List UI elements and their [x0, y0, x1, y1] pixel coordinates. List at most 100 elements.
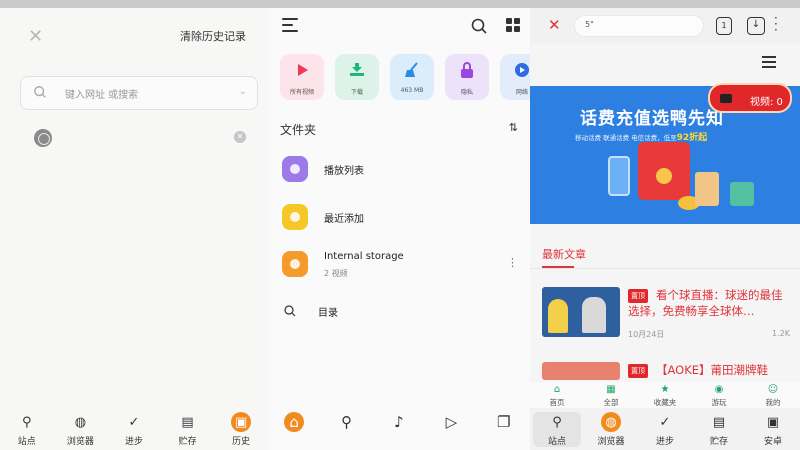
article-thumbnail: [542, 287, 620, 337]
recent-icon: [282, 204, 308, 230]
nav-item-progress[interactable]: ✓ 进步: [110, 412, 158, 448]
lock-icon: [461, 62, 473, 78]
chart-illustration: [730, 182, 754, 206]
card-illustration: [695, 172, 719, 206]
star-icon: ★: [660, 383, 670, 395]
remove-entry-icon[interactable]: ✕: [234, 131, 246, 143]
search-icon: [34, 86, 46, 98]
video-count-badge[interactable]: 视频: 0: [708, 83, 792, 113]
pinned-badge: 置顶: [628, 289, 648, 303]
globe-icon: ◍: [74, 414, 87, 430]
address-bar[interactable]: 5": [574, 15, 704, 37]
history-icon: ▣: [766, 414, 780, 430]
nav-item-progress[interactable]: ✓ 进步: [641, 412, 689, 448]
download-icon: [350, 63, 364, 76]
quick-tiles: 所有视频 下载 463 MB 隐私 网络: [280, 54, 530, 100]
nav-item-copy[interactable]: ❐: [480, 412, 528, 432]
user-icon: ☺: [767, 383, 779, 395]
history-entry[interactable]: ✕: [30, 126, 250, 152]
nav-item-play[interactable]: ▷: [427, 412, 475, 432]
tile-all-videos[interactable]: 所有视频: [280, 54, 324, 100]
gamepad-icon: ◉: [714, 383, 724, 395]
check-circle-icon: ✓: [128, 414, 140, 430]
video-icon: [720, 94, 732, 103]
music-icon: ♪: [394, 413, 404, 431]
nav-item-sites[interactable]: ⚲ 站点: [533, 412, 581, 447]
phone-illustration: [608, 156, 630, 196]
bottom-nav: ⚲ 站点 ◍ 浏览器 ✓ 进步 ▤ 贮存 ▣ 历史: [0, 408, 268, 450]
tile-network-stream[interactable]: 网络: [500, 54, 530, 100]
article-item[interactable]: 看个球直播：球迷的最佳选择，免费畅享全球体… 置顶 10月24日 1.2K: [542, 287, 792, 347]
divider: [530, 268, 800, 269]
tab-count-button[interactable]: 1: [716, 17, 732, 35]
nav-item-music[interactable]: ♪: [375, 412, 423, 432]
grid-icon: ▦: [606, 383, 616, 395]
search-input[interactable]: 键入网址 或搜索: [65, 86, 138, 101]
play-icon: ▷: [445, 413, 458, 431]
folder-play-icon: ▤: [181, 414, 194, 430]
play-icon: [298, 64, 308, 76]
nav-item-browser[interactable]: ◍ 浏览器: [587, 412, 635, 447]
screenshot-root: ✕ 清除历史记录 键入网址 或搜索 ⌄ ✕ ⚲ 站点 ◍ 浏览器 ✓ 进步 ▤ 贮存 ▣…: [0, 0, 800, 450]
status-bar: [0, 0, 800, 8]
search-icon: ⚲: [552, 414, 562, 430]
folder-play-icon: ▤: [712, 414, 726, 430]
menu-icon[interactable]: [282, 18, 298, 36]
tile-storage-cleaner[interactable]: 463 MB: [390, 54, 434, 100]
bottom-nav: ⚲ 站点 ◍ 浏览器 ✓ 进步 ▤ 贮存 ▣ 安卓: [530, 408, 800, 450]
home-icon: ⌂: [284, 412, 305, 432]
views-count: 1.2K: [772, 329, 790, 338]
red-envelope-illustration: [638, 142, 690, 200]
directory-item[interactable]: 目录: [284, 304, 338, 319]
globe-icon: ◍: [601, 412, 621, 432]
folder-icon: [282, 251, 308, 277]
files-panel: 所有视频 下载 463 MB 隐私 网络 文件夹 ⇅ 播放列表 最近添加 Int…: [268, 8, 530, 450]
history-panel: ✕ 清除历史记录 键入网址 或搜索 ⌄ ✕ ⚲ 站点 ◍ 浏览器 ✓ 进步 ▤ 贮存 ▣…: [0, 8, 268, 450]
more-options-icon[interactable]: ⋮: [507, 256, 518, 269]
close-tab-icon[interactable]: ✕: [548, 16, 561, 34]
articles-heading[interactable]: 最新文章: [542, 246, 586, 262]
search-icon: ⚲: [341, 413, 353, 431]
nav-item-sites[interactable]: ⚲ 站点: [3, 412, 51, 448]
folder-item[interactable]: 播放列表: [282, 153, 518, 185]
search-icon: [284, 305, 296, 317]
active-underline: [542, 266, 574, 268]
pinned-badge: 置顶: [628, 364, 648, 378]
nav-item-browser[interactable]: ◍ 浏览器: [56, 412, 104, 448]
broom-icon: [405, 62, 418, 77]
home-icon: ⌂: [553, 383, 561, 395]
stream-icon: [515, 63, 529, 77]
nav-item-storage[interactable]: ▤ 贮存: [164, 412, 212, 448]
menu-icon[interactable]: [762, 56, 776, 71]
folder-item[interactable]: 最近添加: [282, 201, 518, 233]
bottom-nav: ⌂ ⚲ ♪ ▷ ❐: [268, 408, 530, 450]
folder-item[interactable]: Internal storage 2 视频 ⋮: [282, 248, 518, 280]
browser-toolbar: ✕ 5" 1 ↓ · · ·: [530, 8, 800, 44]
sort-icon[interactable]: ⇅: [509, 121, 518, 134]
close-icon[interactable]: ✕: [28, 26, 43, 47]
clear-history-button[interactable]: 清除历史记录: [180, 28, 246, 44]
nav-item-history[interactable]: ▣ 安卓: [749, 412, 797, 448]
section-title: 文件夹: [280, 123, 317, 137]
nav-item-search[interactable]: ⚲: [323, 412, 371, 432]
history-icon: ▣: [231, 412, 252, 432]
grid-view-icon[interactable]: [506, 18, 520, 32]
playlist-icon: [282, 156, 308, 182]
search-icon: ⚲: [22, 414, 32, 430]
tile-downloads[interactable]: 下载: [335, 54, 379, 100]
article-thumbnail: [542, 362, 620, 380]
download-icon[interactable]: ↓: [747, 17, 765, 35]
nav-item-history[interactable]: ▣ 历史: [217, 412, 265, 447]
nav-item-storage[interactable]: ▤ 贮存: [695, 412, 743, 448]
tile-privacy[interactable]: 隐私: [445, 54, 489, 100]
chevron-down-icon[interactable]: ⌄: [239, 86, 247, 97]
copy-icon: ❐: [497, 413, 511, 431]
more-menu-icon[interactable]: · · ·: [774, 12, 778, 36]
check-circle-icon: ✓: [659, 414, 671, 430]
article-item[interactable]: 【AOKE】莆田潮牌鞋 置顶: [542, 362, 792, 382]
nav-item-home[interactable]: ⌂: [270, 412, 318, 432]
browser-panel: ✕ 5" 1 ↓ · · · 话费充值选鸭先知 移动话费 联通话费 电信话费，低至9…: [530, 8, 800, 450]
search-bar[interactable]: 键入网址 或搜索 ⌄: [20, 76, 258, 110]
search-icon[interactable]: [471, 18, 487, 34]
globe-icon: [34, 129, 52, 147]
